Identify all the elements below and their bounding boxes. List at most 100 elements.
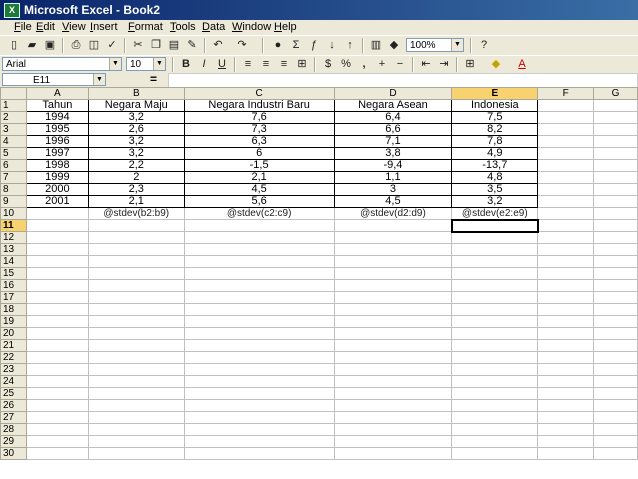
undo-icon[interactable]: ↶	[210, 38, 226, 53]
row-header[interactable]: 3	[0, 123, 27, 136]
underline-button[interactable]: U	[214, 57, 230, 72]
cell-b28[interactable]	[87, 423, 185, 436]
cell-a12[interactable]	[25, 231, 89, 244]
cell-g18[interactable]	[593, 303, 638, 316]
cell-d2[interactable]: 6,4	[333, 111, 453, 124]
cell-a16[interactable]	[25, 279, 89, 292]
cell-e1[interactable]: Indonesia	[451, 99, 539, 112]
cell-b14[interactable]	[87, 255, 185, 268]
cell-a26[interactable]	[25, 399, 89, 412]
cell-b5[interactable]: 3,2	[87, 147, 185, 160]
cell-e8[interactable]: 3,5	[451, 183, 539, 196]
row-header[interactable]: 27	[0, 411, 27, 424]
cell-f30[interactable]	[537, 447, 595, 460]
cell-d15[interactable]	[333, 267, 453, 280]
menu-file[interactable]: File	[14, 21, 32, 33]
currency-icon[interactable]: $	[320, 57, 336, 72]
cell-b16[interactable]	[87, 279, 185, 292]
column-header-f[interactable]: F	[537, 87, 595, 100]
cell-b6[interactable]: 2,2	[87, 159, 185, 172]
cell-g23[interactable]	[593, 363, 638, 376]
autosum-icon[interactable]: Σ	[288, 38, 304, 53]
cell-c21[interactable]	[183, 339, 335, 352]
cell-e16[interactable]	[451, 279, 539, 292]
cell-g5[interactable]	[593, 147, 638, 160]
cell-a21[interactable]	[25, 339, 89, 352]
cell-a25[interactable]	[25, 387, 89, 400]
row-header[interactable]: 7	[0, 171, 27, 184]
cell-f10[interactable]	[537, 207, 595, 220]
row-header[interactable]: 25	[0, 387, 27, 400]
increase-decimal-icon[interactable]: +	[374, 57, 390, 72]
row-header[interactable]: 11	[0, 219, 27, 232]
cell-g21[interactable]	[593, 339, 638, 352]
cell-a7[interactable]: 1999	[25, 171, 89, 184]
cell-f25[interactable]	[537, 387, 595, 400]
cell-e20[interactable]	[451, 327, 539, 340]
chevron-down-icon[interactable]: ▼	[451, 39, 463, 51]
column-header-a[interactable]: A	[25, 87, 89, 100]
cell-e22[interactable]	[451, 351, 539, 364]
excel-icon[interactable]: X	[4, 3, 20, 18]
column-header-b[interactable]: B	[87, 87, 185, 100]
cell-g12[interactable]	[593, 231, 638, 244]
cell-e25[interactable]	[451, 387, 539, 400]
cell-a19[interactable]	[25, 315, 89, 328]
cell-g7[interactable]	[593, 171, 638, 184]
cell-c9[interactable]: 5,6	[183, 195, 335, 208]
copy-icon[interactable]: ❐	[148, 38, 164, 53]
cell-b1[interactable]: Negara Maju	[87, 99, 185, 112]
menu-view[interactable]: View	[62, 21, 86, 33]
menu-format[interactable]: Format	[128, 21, 163, 33]
cell-c18[interactable]	[183, 303, 335, 316]
formula-input[interactable]	[168, 73, 638, 88]
increase-indent-icon[interactable]: ⇥	[436, 57, 452, 72]
cell-c23[interactable]	[183, 363, 335, 376]
cell-g27[interactable]	[593, 411, 638, 424]
cell-c15[interactable]	[183, 267, 335, 280]
row-header[interactable]: 14	[0, 255, 27, 268]
cell-f11[interactable]	[537, 219, 595, 232]
cell-f14[interactable]	[537, 255, 595, 268]
cell-c7[interactable]: 2,1	[183, 171, 335, 184]
cell-f28[interactable]	[537, 423, 595, 436]
cell-f2[interactable]	[537, 111, 595, 124]
cell-e21[interactable]	[451, 339, 539, 352]
cell-c17[interactable]	[183, 291, 335, 304]
borders-icon[interactable]: ⊞	[462, 57, 478, 72]
zoom-select[interactable]: 100% ▼	[406, 38, 464, 52]
cell-e18[interactable]	[451, 303, 539, 316]
menu-data[interactable]: Data	[202, 21, 225, 33]
cell-c20[interactable]	[183, 327, 335, 340]
open-icon[interactable]: ▰	[24, 38, 40, 53]
cell-e4[interactable]: 7,8	[451, 135, 539, 148]
help-icon[interactable]: ?	[476, 38, 492, 53]
cell-a22[interactable]	[25, 351, 89, 364]
cell-b23[interactable]	[87, 363, 185, 376]
cell-g1[interactable]	[593, 99, 638, 112]
cell-c10[interactable]: @stdev(c2:c9)	[183, 207, 335, 220]
cell-c22[interactable]	[183, 351, 335, 364]
row-header[interactable]: 10	[0, 207, 27, 220]
menu-insert[interactable]: Insert	[90, 21, 118, 33]
cell-d8[interactable]: 3	[333, 183, 453, 196]
cell-a17[interactable]	[25, 291, 89, 304]
sort-descending-icon[interactable]: ↑	[342, 38, 358, 53]
cell-c3[interactable]: 7,3	[183, 123, 335, 136]
cell-d11[interactable]	[333, 219, 453, 232]
cell-a29[interactable]	[25, 435, 89, 448]
cell-e2[interactable]: 7,5	[451, 111, 539, 124]
merge-center-icon[interactable]: ⊞	[294, 57, 310, 72]
chevron-down-icon[interactable]: ▼	[109, 58, 121, 70]
cell-e24[interactable]	[451, 375, 539, 388]
row-header[interactable]: 18	[0, 303, 27, 316]
row-header[interactable]: 21	[0, 339, 27, 352]
cell-g6[interactable]	[593, 159, 638, 172]
cell-g2[interactable]	[593, 111, 638, 124]
cell-c11[interactable]	[183, 219, 335, 232]
cell-f26[interactable]	[537, 399, 595, 412]
cell-c6[interactable]: -1,5	[183, 159, 335, 172]
cell-f7[interactable]	[537, 171, 595, 184]
cell-e30[interactable]	[451, 447, 539, 460]
cell-g20[interactable]	[593, 327, 638, 340]
